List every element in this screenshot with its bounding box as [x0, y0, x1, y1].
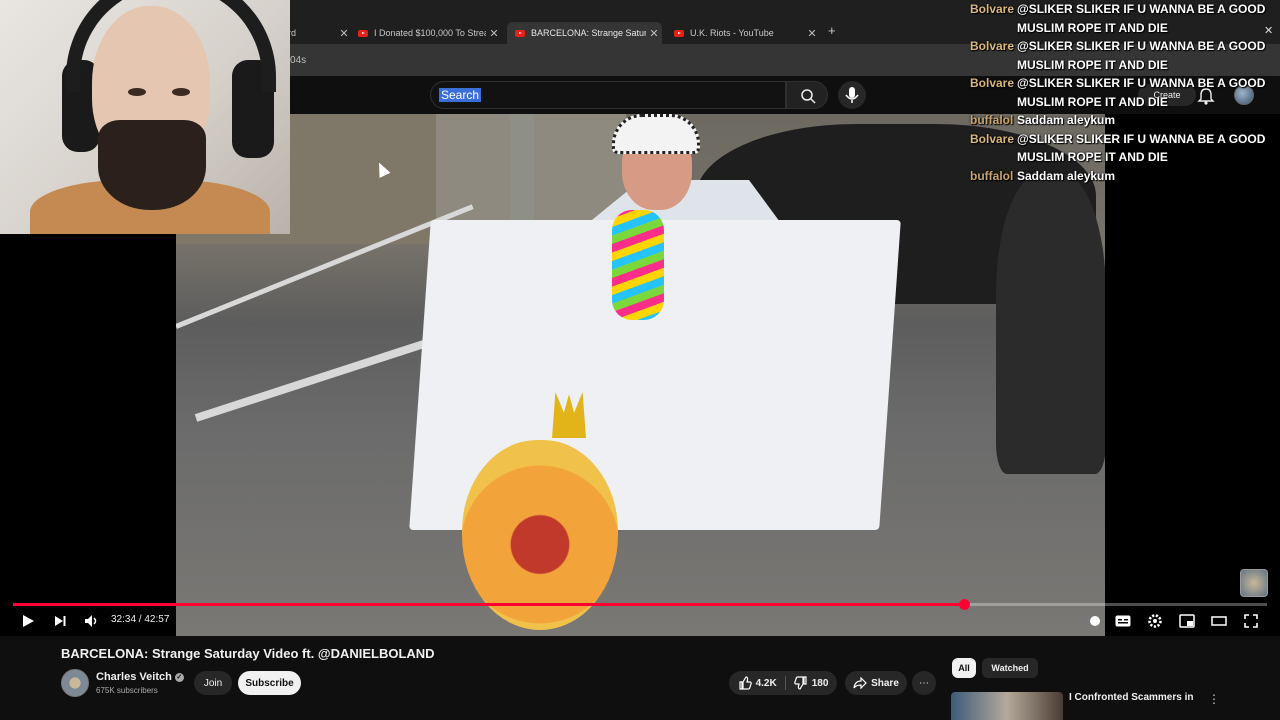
join-button[interactable]: Join	[194, 671, 232, 695]
time-display: 32:34 / 42:57	[111, 614, 170, 625]
chat-message: Bolvare @SLIKER SLIKER IF U WANNA BE A GO…	[966, 0, 1276, 37]
youtube-favicon-icon	[515, 29, 525, 37]
close-icon[interactable]: ✕	[804, 27, 820, 40]
chat-username[interactable]: Bolvare	[966, 37, 1017, 74]
like-count: 4.2K	[755, 677, 777, 689]
chat-username[interactable]: Bolvare	[966, 74, 1017, 111]
chat-text: Saddam aleykum	[1017, 113, 1116, 127]
close-icon[interactable]: ✕	[486, 27, 502, 40]
fullscreen-button[interactable]	[1242, 612, 1260, 630]
settings-button[interactable]	[1146, 612, 1164, 630]
channel-avatar[interactable]	[61, 669, 89, 697]
youtube-favicon-icon	[358, 29, 368, 37]
chat-username[interactable]: Bolvare	[966, 0, 1017, 37]
browser-tab-4[interactable]: U.K. Riots - YouTube ✕	[666, 22, 820, 44]
chat-username[interactable]: buffalol	[966, 111, 1017, 130]
chat-username[interactable]: buffalol	[966, 167, 1017, 186]
chat-message: Bolvare @SLIKER SLIKER IF U WANNA BE A GO…	[966, 37, 1276, 74]
progress-bar[interactable]	[13, 599, 1267, 610]
channel-name-wrap[interactable]: Charles Veitch ✓	[96, 671, 184, 683]
close-icon[interactable]: ✕	[646, 27, 662, 40]
channel-name[interactable]: Charles Veitch	[96, 671, 172, 683]
dislike-count: 180	[811, 677, 829, 689]
volume-icon	[85, 615, 97, 627]
chat-username[interactable]: Bolvare	[966, 130, 1017, 167]
share-label: Share	[871, 677, 899, 689]
volume-button[interactable]	[82, 612, 102, 630]
fullscreen-icon	[1244, 614, 1258, 628]
channel-watermark[interactable]	[1240, 569, 1268, 597]
play-button[interactable]	[18, 612, 38, 630]
flower-lei	[612, 210, 664, 320]
search-box[interactable]	[430, 81, 786, 109]
youtube-favicon-icon	[674, 29, 684, 37]
miniplayer-icon	[1179, 614, 1195, 628]
chat-message: buffalol Saddam aleykum	[966, 167, 1276, 186]
chat-overlay: Bolvare @SLIKER SLIKER IF U WANNA BE A GO…	[966, 0, 1276, 185]
pomegranate-emblem	[462, 440, 618, 630]
browser-tab-2[interactable]: I Donated $100,000 To Streamers ✕	[350, 22, 502, 44]
next-button[interactable]	[50, 612, 70, 630]
more-horizontal-icon: ⋯	[919, 677, 929, 689]
chat-text: @SLIKER SLIKER IF U WANNA BE A GOOD MUSL…	[1017, 76, 1266, 109]
tab-label: I Donated $100,000 To Streamers	[374, 28, 486, 38]
settings-icon	[1148, 614, 1162, 628]
search-input[interactable]: Search	[439, 88, 482, 102]
tab-label: BARCELONA: Strange Saturday	[531, 28, 646, 38]
recommended-title[interactable]: I Confronted Scammers in	[1069, 692, 1193, 703]
like-icon	[738, 676, 752, 690]
webcam-beard	[98, 120, 206, 210]
screen: rd ✕ I Donated $100,000 To Streamers ✕ B…	[0, 0, 1280, 720]
chat-text: @SLIKER SLIKER IF U WANNA BE A GOOD MUSL…	[1017, 2, 1266, 35]
chat-text: @SLIKER SLIKER IF U WANNA BE A GOOD MUSL…	[1017, 131, 1266, 165]
autoplay-toggle[interactable]	[1078, 612, 1102, 630]
pomegranate-crown	[552, 392, 586, 438]
chat-message: Bolvare @SLIKER SLIKER IF U WANNA BE A GO…	[966, 74, 1276, 111]
recommended-thumbnail[interactable]	[951, 692, 1063, 720]
address-text: 04s	[290, 55, 307, 66]
browser-tab-active[interactable]: BARCELONA: Strange Saturday ✕	[507, 22, 662, 44]
crowd	[996, 174, 1105, 474]
video-title: BARCELONA: Strange Saturday Video ft. @D…	[61, 646, 435, 661]
play-icon	[23, 615, 34, 627]
dislike-button[interactable]: 180	[786, 676, 829, 690]
next-icon	[55, 616, 66, 626]
miniplayer-button[interactable]	[1178, 612, 1196, 630]
theater-icon	[1211, 616, 1227, 626]
subscriber-count: 675K subscribers	[96, 686, 158, 695]
captions-icon	[1115, 615, 1131, 627]
like-button[interactable]: 4.2K	[738, 676, 786, 690]
chat-message: buffalol Saddam aleykum	[966, 111, 1276, 130]
tab-label: U.K. Riots - YouTube	[690, 28, 774, 38]
chat-message: Bolvare @SLIKER SLIKER IF U WANNA BE A GO…	[966, 130, 1276, 167]
chip-watched[interactable]: Watched	[982, 658, 1038, 678]
verified-icon: ✓	[174, 672, 184, 682]
theater-button[interactable]	[1210, 612, 1228, 630]
new-tab-plus-icon[interactable]: +	[828, 23, 836, 38]
subscribe-button[interactable]: Subscribe	[238, 671, 301, 695]
chat-text: Saddam aleykum	[1017, 168, 1116, 183]
progress-fill	[13, 603, 964, 606]
chip-all[interactable]: All	[952, 658, 976, 678]
share-button[interactable]: Share	[845, 671, 907, 695]
mic-icon	[845, 87, 859, 103]
chat-text: @SLIKER SLIKER IF U WANNA BE A GOOD MUSL…	[1017, 39, 1266, 72]
like-dislike-group: 4.2K 180	[729, 671, 837, 695]
webcam-overlay	[0, 0, 290, 234]
autoplay-toggle-icon	[1079, 616, 1100, 626]
person-hat	[612, 114, 700, 154]
headphone-band	[66, 0, 276, 92]
more-vertical-icon[interactable]: ⋮	[1208, 692, 1220, 706]
search-icon	[801, 89, 816, 104]
voice-search-button[interactable]	[838, 81, 866, 109]
captions-button[interactable]	[1114, 612, 1132, 630]
progress-scrubber[interactable]	[958, 599, 970, 610]
more-actions-button[interactable]: ⋯	[912, 671, 936, 695]
search-button[interactable]	[786, 81, 828, 109]
dislike-icon	[793, 676, 807, 690]
share-icon	[853, 677, 867, 689]
